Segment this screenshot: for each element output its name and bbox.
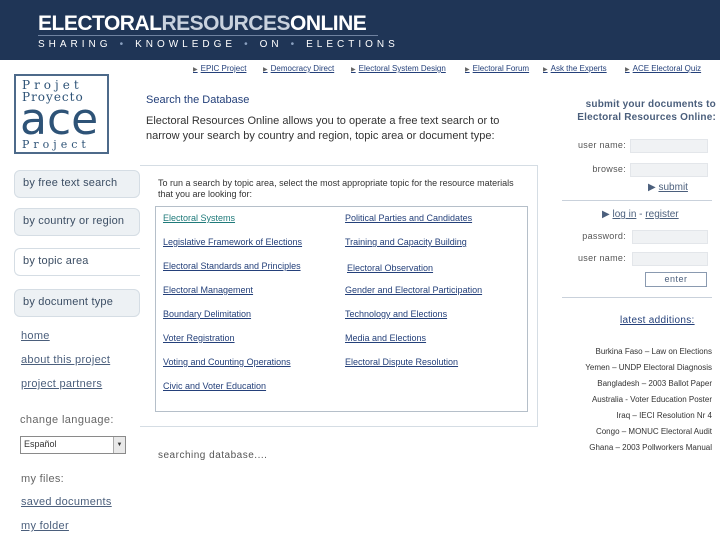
topic-electoral-standards[interactable]: Electoral Standards and Principles [163, 261, 301, 271]
topnav-ask-the-experts[interactable]: ▶ Ask the Experts [543, 64, 607, 73]
link-home[interactable]: home [21, 330, 50, 342]
topic-political-parties[interactable]: Political Parties and Candidates [345, 213, 472, 223]
latest-addition-item[interactable]: Yemen – UNDP Electoral Diagnosis [585, 363, 712, 372]
topic-electoral-systems[interactable]: Electoral Systems [163, 213, 235, 223]
login-register-links: ▶ log in - register [602, 209, 679, 220]
topnav-electoral-forum[interactable]: ▶ Electoral Forum [465, 64, 529, 73]
register-link[interactable]: register [645, 209, 678, 220]
brand-part-1: ELECTORAL [38, 12, 162, 35]
arrow-right-icon: ▶ [625, 67, 630, 73]
topic-legislative-framework[interactable]: Legislative Framework of Elections [163, 237, 302, 247]
topic-electoral-management[interactable]: Electoral Management [163, 285, 253, 295]
search-description: Electoral Resources Online allows you to… [146, 115, 500, 143]
right-divider [562, 297, 712, 298]
topnav-label: Electoral Forum [472, 64, 530, 73]
submit-documents-title: submit your documents to Electoral Resou… [577, 99, 716, 123]
tab-topic-area[interactable]: by topic area [14, 248, 148, 276]
topnav-electoral-system-design[interactable]: ▶ Electoral System Design [351, 64, 446, 73]
submit-user-name-label: user name: [577, 140, 626, 150]
latest-additions-link[interactable]: latest additions: [620, 315, 695, 326]
enter-button[interactable]: enter [645, 272, 707, 287]
latest-addition-item[interactable]: Iraq – IECI Resolution Nr 4 [616, 411, 712, 420]
submit-user-name-input[interactable] [630, 139, 708, 153]
link-saved-documents[interactable]: saved documents [21, 496, 112, 508]
site-brand[interactable]: ELECTORALRESOURCESONLINE [38, 12, 367, 36]
ace-project-logo[interactable]: Projet Proyecto ace Project [14, 74, 109, 154]
arrow-right-icon: ▶ [602, 209, 610, 220]
topic-dispute-resolution[interactable]: Electoral Dispute Resolution [345, 357, 458, 367]
topnav-democracy-direct[interactable]: ▶ Democracy Direct [263, 64, 334, 73]
browse-label: browse: [592, 164, 626, 174]
password-input[interactable] [632, 230, 708, 244]
topnav-label: Electoral System Design [358, 64, 446, 73]
tab-free-text-search[interactable]: by free text search [14, 170, 140, 198]
arrow-right-icon: ▶ [465, 67, 470, 73]
brand-part-3: ONLINE [289, 12, 367, 35]
topnav-label: ACE Electoral Quiz [632, 64, 702, 73]
submit-link-label: submit [658, 182, 688, 193]
brand-part-2: RESOURCES [161, 12, 290, 35]
arrow-right-icon: ▶ [263, 67, 268, 73]
logo-line-project: Project [22, 138, 90, 151]
site-header: ELECTORALRESOURCESONLINE SHARING • KNOWLED… [0, 0, 720, 60]
brand-underline [38, 35, 378, 36]
topic-boundary-delimitation[interactable]: Boundary Delimitation [163, 309, 251, 319]
tagline-separator: • [119, 39, 128, 50]
latest-addition-item[interactable]: Australia - Voter Education Poster [592, 395, 712, 404]
arrow-right-icon: ▶ [543, 67, 548, 73]
my-files-label: my files: [21, 473, 65, 485]
arrow-right-icon: ▶ [193, 67, 198, 73]
topic-voter-registration[interactable]: Voter Registration [163, 333, 235, 343]
browse-file-input[interactable] [630, 163, 708, 177]
tagline-word: SHARING [38, 39, 112, 50]
link-about-project[interactable]: about this project [21, 354, 110, 366]
searching-status: searching database.... [158, 450, 268, 461]
tagline-separator: • [244, 39, 252, 50]
login-separator: - [639, 209, 643, 220]
topic-gender-participation[interactable]: Gender and Electoral Participation [345, 285, 482, 295]
arrow-right-icon: ▶ [648, 182, 656, 193]
latest-addition-item[interactable]: Bangladesh – 2003 Ballot Paper [597, 379, 712, 388]
tagline-word: KNOWLEDGE [135, 39, 237, 50]
topnav-label: Democracy Direct [270, 64, 335, 73]
search-title: Search the Database [146, 94, 250, 106]
login-user-name-label: user name: [577, 253, 626, 263]
login-link[interactable]: log in [612, 209, 636, 220]
link-my-folder[interactable]: my folder [21, 520, 69, 532]
topic-technology-elections[interactable]: Technology and Elections [345, 309, 447, 319]
topic-civic-voter-education[interactable]: Civic and Voter Education [163, 381, 266, 391]
right-divider [562, 200, 712, 201]
chevron-down-icon[interactable]: ▼ [113, 437, 125, 453]
password-label: password: [582, 231, 626, 241]
topic-training-capacity[interactable]: Training and Capacity Building [345, 237, 467, 247]
topnav-epic-project[interactable]: ▶ EPIC Project [193, 64, 246, 73]
topic-voting-counting[interactable]: Voting and Counting Operations [163, 357, 291, 367]
topic-media-elections[interactable]: Media and Elections [345, 333, 426, 343]
tab-document-type[interactable]: by document type [14, 289, 140, 317]
topnav-ace-electoral-quiz[interactable]: ▶ ACE Electoral Quiz [625, 64, 701, 73]
language-selected-value: Español [24, 439, 57, 449]
tab-country-or-region[interactable]: by country or region [14, 208, 140, 236]
link-project-partners[interactable]: project partners [21, 378, 102, 390]
latest-addition-item[interactable]: Burkina Faso – Law on Elections [595, 347, 712, 356]
tagline-word: ELECTIONS [306, 39, 399, 50]
site-tagline: SHARING • KNOWLEDGE • ON • ELECTIONS [38, 39, 399, 50]
topic-electoral-observation[interactable]: Electoral Observation [347, 263, 433, 273]
tagline-separator: • [290, 39, 299, 50]
tagline-word: ON [259, 39, 283, 50]
latest-addition-item[interactable]: Ghana – 2003 Pollworkers Manual [589, 443, 712, 452]
topnav-label: Ask the Experts [550, 64, 607, 73]
submit-link[interactable]: ▶ submit [648, 182, 688, 193]
change-language-label: change language: [20, 414, 114, 426]
login-user-name-input[interactable] [632, 252, 708, 266]
language-select[interactable]: Español ▼ [20, 436, 126, 454]
topic-instructions: To run a search by topic area, select th… [158, 178, 514, 200]
topnav-label: EPIC Project [200, 64, 247, 73]
latest-addition-item[interactable]: Congo – MONUC Electoral Audit [596, 427, 712, 436]
arrow-right-icon: ▶ [351, 67, 356, 73]
